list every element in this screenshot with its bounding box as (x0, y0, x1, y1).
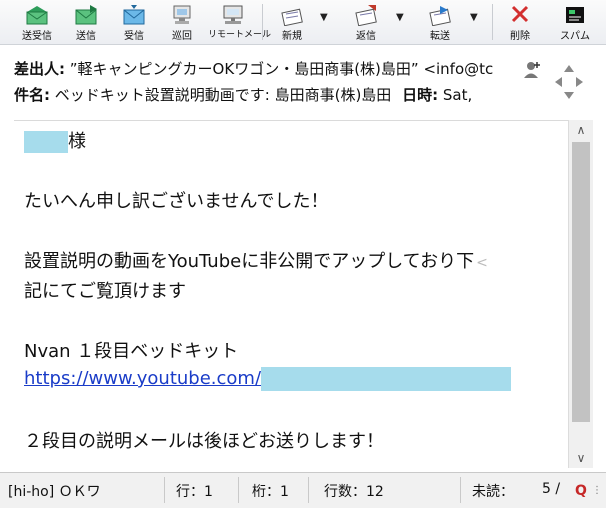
send-receive-icon (26, 6, 48, 25)
receive-icon (123, 5, 145, 25)
salutation-line: 様 (24, 127, 86, 153)
patrol-label: 巡回 (172, 31, 192, 42)
status-separator (460, 477, 461, 503)
delete-button[interactable]: 削除 (500, 2, 540, 42)
date-label: 日時: (402, 86, 439, 104)
toolbar-separator (262, 4, 263, 40)
subject-label: 件名: (14, 86, 50, 104)
new-label: 新規 (282, 31, 302, 42)
reply-icon (355, 5, 377, 26)
receive-button[interactable]: 受信 (114, 2, 154, 42)
subject-value: ベッドキット設置説明動画です: 島田商事(株)島田 (54, 86, 392, 104)
send-receive-button[interactable]: 送受信 (14, 2, 60, 42)
from-value[interactable]: ”軽キャンピングカーOKワゴン・島田商事(株)島田” <info@tc (70, 60, 494, 78)
status-separator (238, 477, 239, 503)
redacted-link-suffix (261, 367, 512, 391)
delete-x-icon (511, 5, 529, 23)
vertical-scrollbar[interactable]: ∧ ∨ (568, 120, 593, 468)
youtube-link-line: https://www.youtube.com/ (24, 367, 512, 391)
delete-label: 削除 (510, 31, 530, 42)
patrol-icon (173, 5, 191, 24)
reply-label: 返信 (356, 31, 376, 42)
status-unread-label: 未読： (472, 484, 514, 500)
body-line-followup: ２段目の説明メールは後ほどお送りします！ (24, 431, 384, 452)
status-row: 行：1 (176, 484, 213, 500)
patrol-button[interactable]: 巡回 (162, 2, 202, 42)
toolbar-separator (492, 4, 493, 40)
status-handle-icon: ⋮ (592, 485, 602, 496)
wrap-mark: < (476, 255, 488, 271)
forward-icon (429, 6, 451, 26)
reply-button[interactable]: 返信 (346, 2, 386, 42)
send-label: 送信 (76, 31, 96, 42)
body-line-view: 記にてご覧頂けます (24, 281, 186, 302)
salutation-suffix: 様 (68, 131, 86, 152)
send-button[interactable]: 送信 (66, 2, 106, 42)
navigation-arrows-icon[interactable] (554, 64, 584, 100)
status-bar: [hi-ho] ＯＫワ 行：1 桁：1 行数：12 未読： 5 / Q ⋮ (0, 472, 606, 508)
body-line-product: Nvan １段目ベッドキット (24, 341, 239, 362)
forward-button[interactable]: 転送 (420, 2, 460, 42)
body-line-video-info: 設置説明の動画をYouTubeに非公開でアップしており下 < (24, 247, 488, 273)
new-dropdown-icon[interactable]: ▼ (320, 12, 328, 23)
new-button[interactable]: 新規 (272, 2, 312, 42)
redacted-name (24, 131, 68, 153)
status-separator (164, 477, 165, 503)
add-contact-icon[interactable] (522, 60, 542, 80)
receive-label: 受信 (124, 31, 144, 42)
new-mail-icon (281, 8, 303, 26)
header-side-controls (520, 56, 606, 112)
status-line-count: 行数：12 (324, 484, 384, 500)
status-unread-count: 5 / (542, 481, 561, 497)
from-row: 差出人: ”軽キャンピングカーOKワゴン・島田商事(株)島田” <info@tc (14, 56, 548, 82)
forward-dropdown-icon[interactable]: ▼ (470, 12, 478, 23)
scroll-up-icon[interactable]: ∧ (569, 120, 593, 140)
spam-label: スパム (560, 31, 590, 42)
remote-mail-label: リモートメール (208, 30, 272, 40)
forward-label: 転送 (430, 31, 450, 42)
send-receive-label: 送受信 (22, 31, 52, 42)
send-icon (75, 5, 97, 25)
spam-button[interactable]: スパム (554, 2, 596, 42)
q-icon: Q (575, 483, 587, 498)
status-separator (308, 477, 309, 503)
subject-row: 件名: ベッドキット設置説明動画です: 島田商事(株)島田 日時: Sat, (14, 82, 548, 108)
svg-text:Q: Q (575, 483, 587, 498)
remote-mail-icon (223, 5, 243, 24)
status-account: [hi-ho] ＯＫワ (8, 484, 101, 500)
youtube-link[interactable]: https://www.youtube.com/ (24, 368, 261, 389)
status-column: 桁：1 (252, 484, 289, 500)
spam-icon (566, 7, 584, 23)
reply-dropdown-icon[interactable]: ▼ (396, 12, 404, 23)
scroll-down-icon[interactable]: ∨ (569, 448, 593, 468)
date-value: Sat, (442, 86, 473, 104)
remote-mail-button[interactable]: リモートメール (208, 2, 272, 42)
message-body[interactable]: 様 たいへん申し訳ございませんでした！ 設置説明の動画をYouTubeに非公開で… (14, 120, 568, 469)
scrollbar-thumb[interactable] (572, 142, 590, 422)
body-line-apology: たいへん申し訳ございませんでした！ (24, 191, 329, 212)
from-label: 差出人: (14, 60, 65, 78)
toolbar: 送受信 送信 受信 巡回 リモートメール 新規 ▼ 返信 ▼ 転送 ▼ 削除 ス… (0, 0, 606, 45)
message-header: 差出人: ”軽キャンピングカーOKワゴン・島田商事(株)島田” <info@tc… (14, 56, 548, 112)
body-line-video-text: 設置説明の動画をYouTubeに非公開でアップしており下 (24, 251, 475, 272)
